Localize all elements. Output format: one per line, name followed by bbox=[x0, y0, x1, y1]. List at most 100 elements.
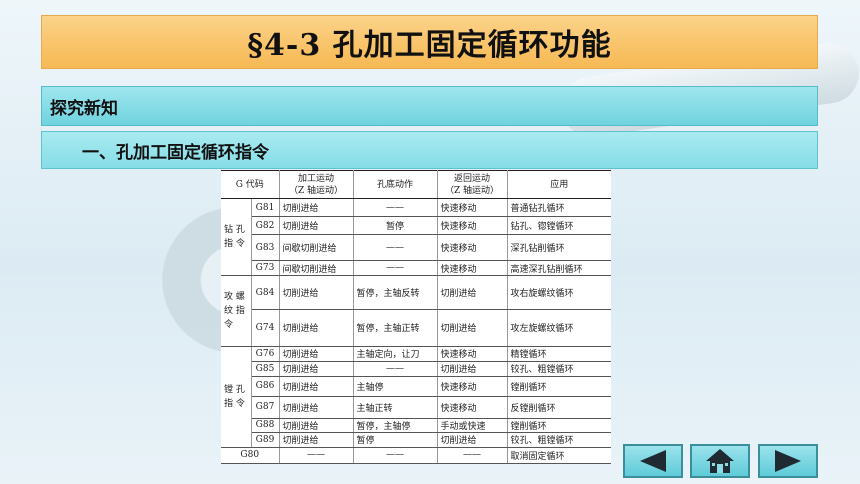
gcode-cell: G74 bbox=[251, 309, 280, 347]
bottom-action-cell: 暂停，主轴停 bbox=[353, 418, 438, 433]
feed-cell: 切削进给 bbox=[279, 418, 354, 433]
return-cell: 快速移动 bbox=[437, 234, 508, 262]
feed-cell: 切削进给 bbox=[279, 432, 354, 448]
next-slide-button[interactable] bbox=[758, 444, 818, 478]
bottom-action-cell: 暂停，主轴反转 bbox=[353, 275, 438, 311]
triangle-right-icon bbox=[775, 450, 801, 472]
table-row: G86 切削进给 主轴停 快速移动 镗削循环 bbox=[221, 376, 611, 397]
section-heading: 探究新知 bbox=[50, 98, 118, 119]
feed-cell: 切削进给 bbox=[279, 361, 354, 377]
application-cell: 钻孔、锪镗循环 bbox=[507, 216, 611, 236]
application-cell: 高速深孔钻削循环 bbox=[507, 260, 611, 277]
slide-title-bar: §4-3 孔加工固定循环功能 bbox=[41, 15, 818, 69]
bottom-action-cell: 暂停，主轴正转 bbox=[353, 309, 438, 347]
return-cell: 切削进给 bbox=[437, 432, 508, 448]
application-cell: 攻右旋螺纹循环 bbox=[507, 275, 611, 311]
gcode-table-image: G 代码 加工运动 （Z 轴运动） 孔底动作 返回运动 （Z 轴运动） 应用 钻… bbox=[221, 169, 611, 465]
return-cell: 快速移动 bbox=[437, 376, 508, 397]
return-cell: 快速移动 bbox=[437, 216, 508, 236]
application-cell: 精镗循环 bbox=[507, 346, 611, 362]
feed-cell: —— bbox=[279, 447, 354, 465]
gcode-table: G 代码 加工运动 （Z 轴运动） 孔底动作 返回运动 （Z 轴运动） 应用 钻… bbox=[221, 169, 611, 465]
slide-title: §4-3 孔加工固定循环功能 bbox=[247, 28, 612, 63]
home-button[interactable] bbox=[690, 444, 750, 478]
return-cell: 快速移动 bbox=[437, 198, 508, 218]
feed-cell: 切削进给 bbox=[279, 275, 354, 311]
bottom-action-cell: 主轴停 bbox=[353, 376, 438, 397]
table-row: G89 切削进给 暂停 切削进给 铰孔、粗镗循环 bbox=[221, 432, 611, 448]
feed-cell: 切削进给 bbox=[279, 346, 354, 362]
subsection-heading-bar: 一、孔加工固定循环指令 bbox=[41, 131, 818, 169]
previous-slide-button[interactable] bbox=[623, 444, 683, 478]
group-label-tapping: 攻 螺 纹 指 令 bbox=[221, 275, 252, 347]
return-cell: 手动或快速 bbox=[437, 418, 508, 433]
group-label-boring: 镗 孔 指 令 bbox=[221, 346, 252, 448]
return-cell: 快速移动 bbox=[437, 260, 508, 277]
feed-cell: 间歇切削进给 bbox=[279, 260, 354, 277]
gcode-cell: G85 bbox=[251, 361, 280, 377]
feed-cell: 切削进给 bbox=[279, 376, 354, 397]
gcode-cell: G80 bbox=[221, 447, 280, 465]
return-cell: 快速移动 bbox=[437, 346, 508, 362]
bottom-action-cell: 暂停 bbox=[353, 216, 438, 236]
table-row: G74 切削进给 暂停，主轴正转 切削进给 攻左旋螺纹循环 bbox=[221, 309, 611, 347]
bottom-action-cell: —— bbox=[353, 361, 438, 377]
bottom-action-cell: 主轴正转 bbox=[353, 396, 438, 419]
triangle-left-icon bbox=[640, 450, 666, 472]
return-cell: 快速移动 bbox=[437, 396, 508, 419]
feed-cell: 切削进给 bbox=[279, 198, 354, 218]
header-return: 返回运动 （Z 轴运动） bbox=[437, 169, 508, 200]
gcode-cell: G86 bbox=[251, 376, 280, 397]
table-row: 攻 螺 纹 指 令 G84 切削进给 暂停，主轴反转 切削进给 攻右旋螺纹循环 bbox=[221, 275, 611, 347]
gcode-cell: G87 bbox=[251, 396, 280, 419]
return-cell: 切削进给 bbox=[437, 309, 508, 347]
table-row: G88 切削进给 暂停，主轴停 手动或快速 镗削循环 bbox=[221, 418, 611, 433]
table-row: G87 切削进给 主轴正转 快速移动 反镗削循环 bbox=[221, 396, 611, 419]
subsection-heading: 一、孔加工固定循环指令 bbox=[82, 142, 269, 163]
application-cell: 铰孔、粗镗循环 bbox=[507, 361, 611, 377]
gcode-cell: G73 bbox=[251, 260, 280, 277]
gcode-cell: G82 bbox=[251, 216, 280, 236]
header-gcode: G 代码 bbox=[221, 169, 280, 200]
application-cell: 攻左旋螺纹循环 bbox=[507, 309, 611, 347]
bottom-action-cell: —— bbox=[353, 447, 438, 465]
gcode-cell: G84 bbox=[251, 275, 280, 311]
feed-cell: 间歇切削进给 bbox=[279, 234, 354, 262]
feed-cell: 切削进给 bbox=[279, 216, 354, 236]
bottom-action-cell: —— bbox=[353, 198, 438, 218]
application-cell: 反镗削循环 bbox=[507, 396, 611, 419]
return-cell: 切削进给 bbox=[437, 275, 508, 311]
table-row: G82 切削进给 暂停 快速移动 钻孔、锪镗循环 bbox=[221, 216, 611, 236]
return-cell: —— bbox=[437, 447, 508, 465]
table-header-row: G 代码 加工运动 （Z 轴运动） 孔底动作 返回运动 （Z 轴运动） 应用 bbox=[221, 169, 611, 200]
gcode-cell: G83 bbox=[251, 234, 280, 262]
return-cell: 切削进给 bbox=[437, 361, 508, 377]
section-heading-bar: 探究新知 bbox=[41, 86, 818, 126]
feed-cell: 切削进给 bbox=[279, 309, 354, 347]
header-bottom-action: 孔底动作 bbox=[353, 169, 438, 200]
table-row: G85 切削进给 —— 切削进给 铰孔、粗镗循环 bbox=[221, 361, 611, 377]
table-row: G73 间歇切削进给 —— 快速移动 高速深孔钻削循环 bbox=[221, 260, 611, 277]
gcode-cell: G81 bbox=[251, 198, 280, 218]
group-label-drilling: 钻 孔 指 令 bbox=[221, 198, 252, 277]
application-cell: 取消固定循环 bbox=[507, 447, 611, 465]
bottom-action-cell: —— bbox=[353, 260, 438, 277]
application-cell: 普通钻孔循环 bbox=[507, 198, 611, 218]
application-cell: 深孔钻削循环 bbox=[507, 234, 611, 262]
bottom-action-cell: 主轴定向，让刀 bbox=[353, 346, 438, 362]
bottom-action-cell: 暂停 bbox=[353, 432, 438, 448]
feed-cell: 切削进给 bbox=[279, 396, 354, 419]
header-feed: 加工运动 （Z 轴运动） bbox=[279, 169, 354, 200]
application-cell: 铰孔、粗镗循环 bbox=[507, 432, 611, 448]
gcode-cell: G89 bbox=[251, 432, 280, 448]
table-row: 镗 孔 指 令 G76 切削进给 主轴定向，让刀 快速移动 精镗循环 bbox=[221, 346, 611, 448]
header-application: 应用 bbox=[507, 169, 611, 200]
table-row: G83 间歇切削进给 —— 快速移动 深孔钻削循环 bbox=[221, 234, 611, 262]
application-cell: 镗削循环 bbox=[507, 418, 611, 433]
bottom-action-cell: —— bbox=[353, 234, 438, 262]
gcode-cell: G88 bbox=[251, 418, 280, 433]
application-cell: 镗削循环 bbox=[507, 376, 611, 397]
house-icon bbox=[706, 449, 734, 473]
table-row: G80 —— —— —— 取消固定循环 bbox=[221, 447, 611, 465]
gcode-cell: G76 bbox=[251, 346, 280, 362]
